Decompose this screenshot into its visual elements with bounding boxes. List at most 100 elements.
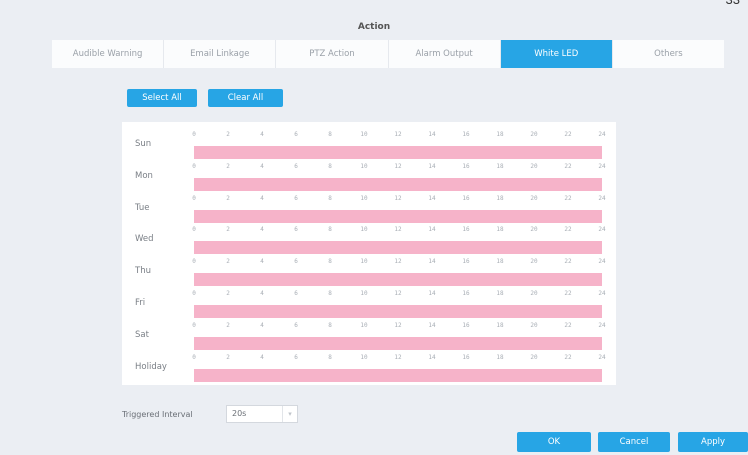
- hour-tick: 6: [294, 226, 298, 234]
- hour-scale: 0 2 4 6 8 10 12 14 16 18 20 22 24: [192, 321, 606, 331]
- hour-tick: 6: [294, 194, 298, 202]
- action-tabs: Audible Warning Email Linkage PTZ Action…: [52, 40, 725, 68]
- day-label: Mon: [135, 170, 153, 181]
- hour-tick: 4: [260, 131, 264, 138]
- day-label: Tue: [135, 202, 150, 213]
- hour-tick: 12: [394, 258, 402, 266]
- hour-tick: 10: [360, 226, 368, 234]
- hour-tick: 12: [394, 194, 402, 202]
- schedule-bar[interactable]: [194, 368, 602, 382]
- hour-tick: 8: [328, 290, 332, 297]
- hour-tick: 20: [530, 290, 538, 297]
- tab-ptz-action[interactable]: PTZ Action: [276, 40, 389, 68]
- page-number: 33: [726, 0, 740, 7]
- hour-tick: 6: [294, 162, 298, 170]
- hour-scale: 0 2 4 6 8 10 12 14 16 18 20 22 24: [192, 162, 605, 172]
- hour-tick: 16: [462, 258, 470, 266]
- hour-tick: 10: [360, 162, 368, 170]
- hour-tick: 24: [598, 131, 606, 138]
- tab-email-linkage[interactable]: Email Linkage: [164, 40, 277, 68]
- hour-scale: 0 2 4 6 8 10 12 14 16 18 20 22 24: [192, 353, 605, 363]
- hour-scale: 0 2 4 6 8 10 12 14 16 18 20 22 24: [192, 258, 605, 267]
- hour-scale: 0 2 4 6 8 10 12 14 16 18 20 22 24: [192, 131, 606, 140]
- hour-tick: 16: [462, 162, 470, 170]
- hour-tick: 24: [598, 194, 606, 202]
- hour-tick: 8: [328, 162, 332, 170]
- hour-tick: 10: [360, 131, 368, 138]
- cancel-button[interactable]: Cancel: [598, 432, 670, 452]
- hour-tick: 18: [496, 321, 504, 329]
- tab-audible-warning[interactable]: Audible Warning: [52, 40, 165, 68]
- hour-tick: 20: [530, 258, 538, 266]
- hour-tick: 8: [328, 194, 332, 202]
- hour-tick: 2: [226, 194, 230, 202]
- hour-tick: 18: [496, 258, 504, 266]
- tab-others[interactable]: Others: [612, 40, 725, 68]
- hour-tick: 6: [294, 321, 298, 329]
- hour-tick: 2: [226, 290, 230, 297]
- hour-tick: 4: [260, 226, 264, 234]
- hour-tick: 10: [360, 353, 368, 361]
- day-label: Wed: [135, 234, 154, 245]
- apply-button[interactable]: Apply: [678, 432, 748, 452]
- hour-tick: 14: [428, 290, 436, 297]
- hour-tick: 2: [226, 162, 230, 170]
- hour-tick: 20: [530, 321, 538, 329]
- hour-tick: 22: [564, 290, 572, 297]
- hour-tick: 4: [260, 290, 264, 297]
- hour-tick: 4: [260, 258, 264, 266]
- hour-tick: 12: [394, 226, 402, 234]
- hour-tick: 18: [496, 194, 504, 202]
- tab-white-led[interactable]: White LED: [500, 40, 613, 68]
- hour-tick: 0: [192, 194, 196, 202]
- schedule-row-wed: Wed 0 2 4 6 8 10 12 14 16 18 20 22 24: [122, 221, 616, 255]
- day-label: Sun: [135, 139, 152, 149]
- hour-tick: 4: [260, 194, 264, 202]
- day-label: Fri: [135, 298, 146, 308]
- hour-tick: 18: [496, 353, 504, 361]
- hour-tick: 14: [428, 321, 436, 329]
- triggered-interval-select[interactable]: 20s ▾: [226, 405, 298, 423]
- hour-tick: 2: [226, 258, 230, 266]
- hour-tick: 2: [226, 321, 230, 329]
- hour-tick: 22: [564, 258, 572, 266]
- hour-tick: 14: [428, 194, 436, 202]
- hour-tick: 16: [462, 226, 470, 234]
- hour-tick: 0: [192, 131, 196, 138]
- hour-scale: 0 2 4 6 8 10 12 14 16 18 20 22 24: [192, 290, 606, 299]
- hour-tick: 2: [226, 226, 230, 234]
- clear-all-button[interactable]: Clear All: [208, 89, 283, 107]
- hour-tick: 20: [530, 194, 538, 202]
- hour-scale: 0 2 4 6 8 10 12 14 16 18 20 22 24: [192, 226, 605, 235]
- hour-tick: 8: [328, 321, 332, 329]
- schedule-row-mon: Mon 0 2 4 6 8 10 12 14 16 18 20 22 24: [122, 158, 616, 191]
- hour-tick: 24: [598, 290, 606, 297]
- hour-tick: 6: [294, 290, 298, 297]
- hour-tick: 8: [328, 258, 332, 266]
- hour-tick: 4: [260, 353, 264, 361]
- hour-tick: 18: [496, 290, 504, 297]
- hour-tick: 4: [260, 321, 264, 329]
- hour-tick: 6: [294, 353, 298, 361]
- hour-tick: 12: [394, 321, 402, 329]
- hour-tick: 16: [462, 321, 470, 329]
- hour-tick: 14: [428, 162, 436, 170]
- hour-tick: 10: [360, 258, 368, 266]
- hour-scale: 0 2 4 6 8 10 12 14 16 18 20 22 24: [192, 194, 606, 204]
- hour-tick: 0: [192, 258, 196, 266]
- hour-tick: 20: [530, 353, 538, 361]
- schedule-row-sun: Sun 0 2 4 6 8 10 12 14 16 18 20 22 24: [122, 126, 616, 159]
- hour-tick: 20: [530, 131, 538, 138]
- hour-tick: 16: [462, 131, 470, 138]
- hour-tick: 8: [328, 353, 332, 361]
- ok-button[interactable]: OK: [517, 432, 591, 452]
- select-all-button[interactable]: Select All: [127, 89, 197, 107]
- triggered-interval-value: 20s: [232, 409, 247, 418]
- hour-tick: 18: [496, 131, 504, 138]
- tab-alarm-output[interactable]: Alarm Output: [388, 40, 501, 68]
- hour-tick: 12: [394, 131, 402, 138]
- hour-tick: 22: [564, 131, 572, 138]
- schedule-row-holiday: Holiday 0 2 4 6 8 10 12 14 16 18 20 22 24: [122, 349, 616, 382]
- day-label: Holiday: [135, 361, 167, 372]
- hour-tick: 24: [598, 321, 606, 329]
